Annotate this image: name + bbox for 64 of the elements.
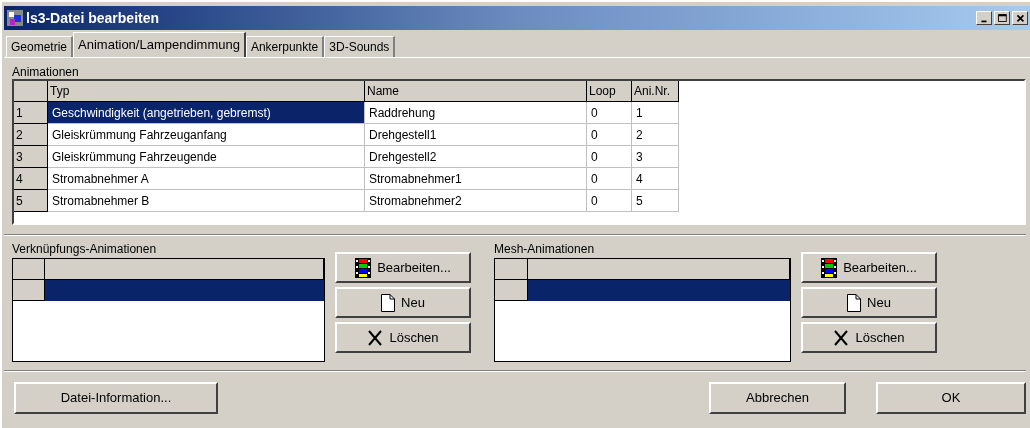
section-label: Verknüpfungs-Animationen	[12, 241, 157, 256]
table-cell: 0	[587, 124, 632, 146]
tab[interactable]: Geometrie	[6, 36, 74, 57]
table-cell: 5	[632, 190, 679, 212]
table-cell: 2	[632, 124, 679, 146]
page-icon	[381, 293, 396, 312]
table-cell: 4	[632, 168, 679, 190]
action-button[interactable]: Löschen	[801, 322, 937, 353]
section-label: Mesh-Animationen	[494, 241, 595, 256]
table-cell: 0	[587, 190, 632, 212]
row-header[interactable]: 2	[14, 124, 48, 146]
row-header[interactable]: 5	[14, 190, 48, 212]
action-button[interactable]: Bearbeiten...	[801, 252, 937, 283]
table-cell: Geschwindigkeit (angetrieben, gebremst)	[48, 102, 365, 124]
row-header[interactable]: 4	[14, 168, 48, 190]
file-info-button[interactable]: Datei-Information...	[14, 382, 218, 414]
cancel-button[interactable]: Abbrechen	[709, 382, 846, 414]
table-cell: Drehgestell2	[365, 146, 587, 168]
tab[interactable]: Animation/Lampendimmung	[73, 32, 246, 57]
minimize-icon	[981, 20, 987, 23]
table-cell: 0	[587, 168, 632, 190]
row-header[interactable]: 1	[14, 102, 48, 124]
table-cell: 0	[587, 146, 632, 168]
table-cell: Stromabnehmer A	[48, 168, 365, 190]
film-strip-icon	[821, 257, 838, 278]
section-label: Animationen	[12, 64, 79, 79]
table-cell: Stromabnehmer B	[48, 190, 365, 212]
page-icon	[847, 293, 862, 312]
row-header[interactable]: 3	[14, 146, 48, 168]
table-cell: 1	[632, 102, 679, 124]
column-header[interactable]: Name	[365, 81, 587, 102]
table-cell: Gleiskrümmung Fahrzeugende	[48, 146, 365, 168]
cross-icon	[833, 329, 850, 346]
action-button[interactable]: Bearbeiten...	[335, 252, 471, 283]
column-header[interactable]: Loop	[587, 81, 632, 102]
row-header[interactable]	[495, 280, 528, 301]
app-icon	[6, 9, 24, 27]
row-header[interactable]	[13, 280, 46, 301]
tab[interactable]: 3D-Sounds	[324, 36, 396, 57]
table-cell: Raddrehung	[365, 102, 587, 124]
table-cell: Gleiskrümmung Fahrzeuganfang	[48, 124, 365, 146]
table-cell: Drehgestell1	[365, 124, 587, 146]
maximize-icon	[998, 14, 1007, 22]
table-cell: 3	[632, 146, 679, 168]
column-header[interactable]	[527, 259, 790, 280]
table-cell: Stromabnehmer2	[365, 190, 587, 212]
column-header[interactable]	[45, 259, 324, 280]
window-title: ls3-Datei bearbeiten	[26, 8, 161, 28]
action-button[interactable]: Neu	[335, 287, 471, 318]
close-icon	[1016, 14, 1025, 23]
action-button[interactable]: Neu	[801, 287, 937, 318]
minimize-button[interactable]	[976, 11, 992, 25]
ok-button[interactable]: OK	[876, 382, 1026, 414]
close-button[interactable]	[1012, 11, 1028, 25]
tab[interactable]: Ankerpunkte	[245, 36, 325, 57]
column-header[interactable]: Typ	[48, 81, 365, 102]
table-cell: Stromabnehmer1	[365, 168, 587, 190]
maximize-button[interactable]	[994, 11, 1010, 25]
cross-icon	[367, 329, 384, 346]
corner-cell	[14, 81, 48, 102]
column-header[interactable]: Ani.Nr.	[632, 81, 679, 102]
table-cell: 0	[587, 102, 632, 124]
action-button[interactable]: Löschen	[335, 322, 471, 353]
film-strip-icon	[355, 257, 372, 278]
